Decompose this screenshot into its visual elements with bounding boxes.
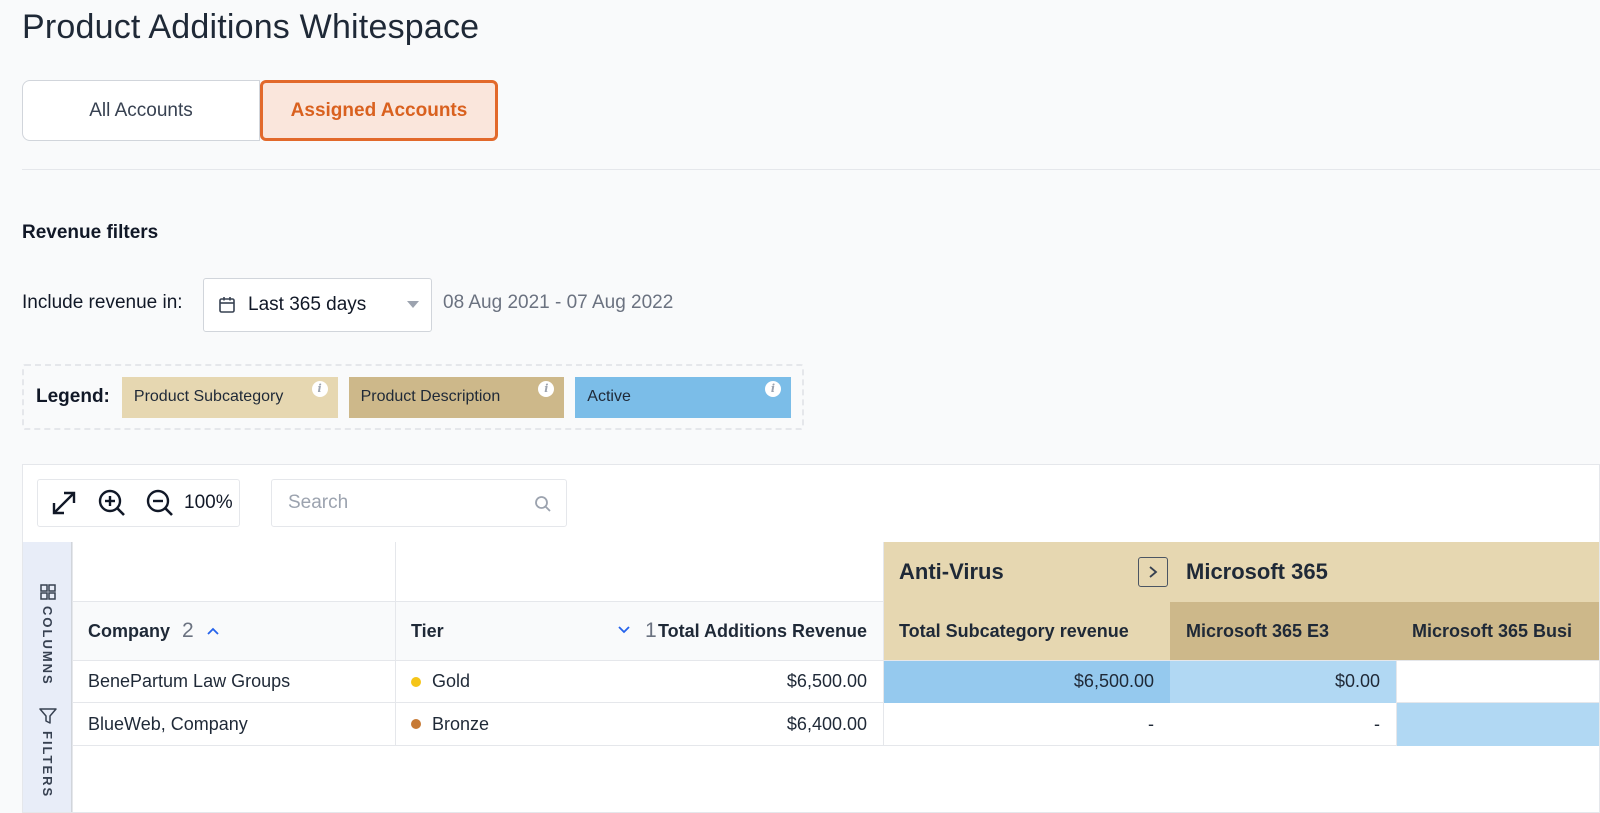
chevron-down-icon [618,626,630,634]
filters-label: FILTERS [40,731,55,799]
revenue-range-value: Last 365 days [248,294,367,315]
info-icon[interactable]: i [765,380,781,397]
expand-group-button[interactable] [1138,557,1168,587]
legend-chip-active: Active i [575,376,791,418]
zoom-in-icon[interactable] [96,487,128,519]
tab-all-accounts[interactable]: All Accounts [22,80,260,141]
zoom-level: 100% [184,492,233,513]
search-icon[interactable] [534,495,552,513]
grid-side-panel: COLUMNS FILTERS [23,542,72,812]
columns-panel-button[interactable]: COLUMNS [23,584,72,686]
revenue-range-select[interactable]: Last 365 days [203,278,432,332]
grid-search [271,479,567,527]
tier-label: Gold [432,671,471,691]
legend-chip-product-subcategory: Product Subcategory i [121,376,338,418]
tier-dot [411,719,421,729]
revenue-filters-title: Revenue filters [22,222,159,243]
legend-chip-label: Active [587,388,631,405]
column-header-label: Tier [411,620,444,641]
legend-chip-label: Product Subcategory [133,388,284,405]
column-header-label: Microsoft 365 E3 [1186,620,1330,641]
table-row-total-additions-revenue: $6,500.00 [623,661,883,703]
tier-dot [411,676,421,687]
column-header-total-additions-revenue[interactable]: Total Additions Revenue [658,621,867,642]
calendar-icon [219,297,235,313]
table-row-ms365-e3: $0.00 [1170,661,1396,703]
column-divider [1396,661,1397,746]
include-revenue-label: Include revenue in: [22,292,183,313]
group-header-microsoft-365: Microsoft 365 [1170,542,1599,602]
column-header-label: Company [88,620,171,641]
whitespace-grid: 100% COLUMNS FILTERS [22,464,1600,813]
section-divider [22,169,1600,170]
table-row-tier: Bronze [395,703,623,746]
column-divider [883,542,884,746]
account-tabs: All Accounts Assigned Accounts [22,80,498,141]
table-row-subcategory-revenue: $6,500.00 [883,661,1170,703]
columns-icon [39,584,56,600]
table-row-tier: Gold [395,661,623,703]
table-row-total-additions-revenue: $6,400.00 [623,703,883,746]
column-header-ms365-e3[interactable]: Microsoft 365 E3 [1170,602,1396,661]
group-header-anti-virus: Anti-Virus [883,542,1170,602]
column-header-ms365-business[interactable]: Microsoft 365 Busi [1396,602,1599,661]
data-table: Anti-Virus Microsoft 365 Company 2 Tier … [72,542,1599,812]
legend: Legend: Product Subcategory i Product De… [22,364,804,430]
table-row-ms365-business [1396,661,1599,703]
legend-chip-product-description: Product Description i [348,376,565,418]
column-header-label: Total Subcategory revenue [899,620,1129,641]
column-divider [72,542,73,812]
columns-label: COLUMNS [40,606,55,686]
chevron-down-icon [407,301,419,308]
table-row-subcategory-revenue: - [883,703,1170,746]
expand-icon[interactable] [48,487,80,519]
table-row-company[interactable]: BenePartum Law Groups [72,661,395,703]
search-input[interactable] [272,480,566,526]
legend-chip-label: Product Description [360,388,501,405]
sort-index: 2 [182,619,194,642]
group-title: Microsoft 365 [1186,559,1328,584]
chevron-right-icon [1149,566,1158,578]
column-divider [395,542,396,746]
group-title: Anti-Virus [899,559,1004,584]
legend-label: Legend: [36,386,110,407]
info-icon[interactable]: i [538,380,555,397]
table-row-company[interactable]: BlueWeb, Company [72,703,395,746]
column-header-tier[interactable]: Tier 1 Total Additions Revenue [395,602,883,661]
zoom-out-icon[interactable] [144,487,176,519]
table-row-ms365-business [1396,703,1599,746]
column-header-total-subcategory-revenue[interactable]: Total Subcategory revenue [883,602,1170,661]
column-header-company[interactable]: Company 2 [72,602,395,661]
grid-toolbar: 100% [37,479,567,527]
filters-panel-button[interactable]: FILTERS [23,707,72,798]
tier-label: Bronze [432,713,490,734]
date-range-text: 08 Aug 2021 - 07 Aug 2022 [443,292,674,313]
filter-icon [38,708,57,724]
sort-index: 1 [645,619,657,642]
tab-assigned-accounts[interactable]: Assigned Accounts [260,80,498,141]
table-row-ms365-e3: - [1170,703,1396,746]
column-header-label: Microsoft 365 Busi [1412,620,1573,641]
chevron-up-icon [207,627,219,635]
page-title: Product Additions Whitespace [22,8,480,46]
group-header-empty [395,542,883,602]
zoom-controls: 100% [37,479,240,527]
group-header-empty [72,542,395,602]
info-icon[interactable]: i [311,380,328,397]
